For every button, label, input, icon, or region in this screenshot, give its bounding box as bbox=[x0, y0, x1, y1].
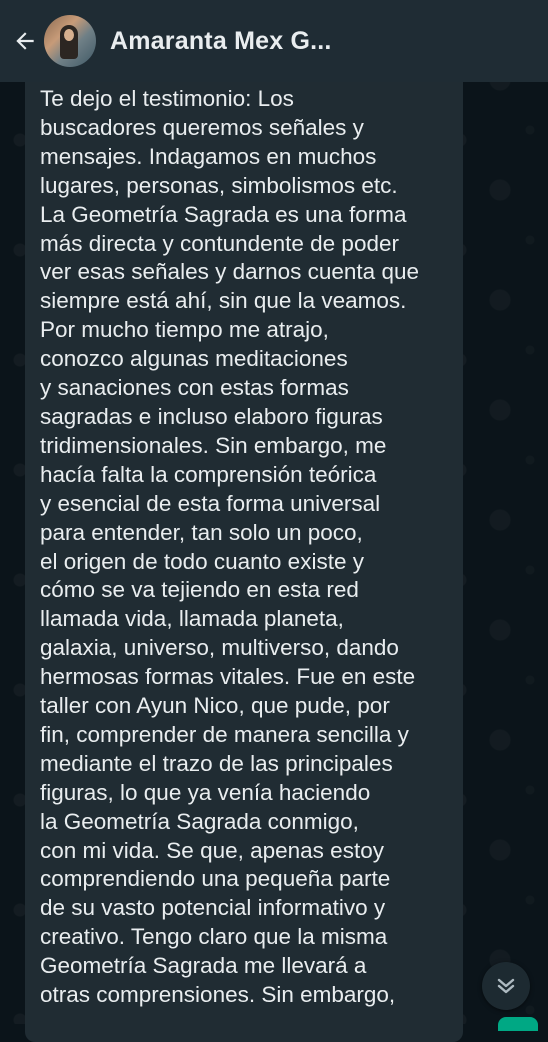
message-line: mediante el trazo de las principales bbox=[40, 750, 393, 776]
message-line: más directa y contundente de poder bbox=[40, 230, 399, 256]
double-chevron-down-icon bbox=[497, 978, 515, 994]
chat-header: Amaranta Mex G... bbox=[0, 0, 548, 82]
message-line: taller con Ayun Nico, que pude, por bbox=[40, 693, 390, 719]
message-line: conozco algunas meditaciones bbox=[40, 346, 348, 372]
message-line: sagradas e incluso elaboro figuras bbox=[40, 403, 383, 429]
message-line: Te dejo el testimonio: Los bbox=[40, 86, 294, 111]
message-line: y esencial de esta forma universal bbox=[40, 490, 381, 516]
message-line: llamada vida, llamada planeta, bbox=[40, 606, 344, 632]
message-line: Por mucho tiempo me atrajo, bbox=[40, 317, 329, 343]
scroll-to-bottom-button[interactable] bbox=[482, 962, 530, 1010]
message-line: figuras, lo que ya venía haciendo bbox=[40, 779, 371, 805]
message-line: otras comprensiones. Sin embargo, bbox=[40, 982, 396, 1008]
message-line: comprendiendo una pequeña parte bbox=[40, 866, 391, 892]
message-line: galaxia, universo, multiverso, dando bbox=[40, 635, 399, 661]
message-line: la Geometría Sagrada conmigo, bbox=[40, 808, 359, 834]
message-line: cómo se va tejiendo en esta red bbox=[40, 577, 359, 603]
avatar[interactable] bbox=[44, 15, 96, 67]
back-button[interactable] bbox=[8, 24, 42, 58]
message-line: buscadores queremos señales y bbox=[40, 114, 364, 140]
message-line: el origen de todo cuanto existe y bbox=[40, 548, 364, 574]
contact-name[interactable]: Amaranta Mex G... bbox=[110, 27, 346, 56]
message-line: con mi vida. Se que, apenas estoy bbox=[40, 837, 384, 863]
message-line: tridimensionales. Sin embargo, me bbox=[40, 432, 387, 458]
message-line: y sanaciones con estas formas bbox=[40, 375, 349, 401]
message-line: lugares, personas, simbolismos etc. bbox=[40, 172, 398, 198]
message-line: siempre está ahí, sin que la veamos. bbox=[40, 288, 407, 314]
message-line: hacía falta la comprensión teórica bbox=[40, 461, 377, 487]
message-line: hermosas formas vitales. Fue en este bbox=[40, 664, 416, 690]
message-text: Te dejo el testimonio: Los buscadores qu… bbox=[40, 85, 460, 1010]
compose-button-edge[interactable] bbox=[498, 1017, 538, 1031]
message-line: de su vasto potencial informativo y bbox=[40, 895, 386, 921]
message-line: Geometría Sagrada me llevará a bbox=[40, 953, 367, 979]
message-line: La Geometría Sagrada es una forma bbox=[40, 201, 407, 227]
back-arrow-icon bbox=[16, 32, 34, 50]
message-line: ver esas señales y darnos cuenta que bbox=[40, 259, 419, 285]
message-line: fin, comprender de manera sencilla y bbox=[40, 721, 409, 747]
message-line: para entender, tan solo un poco, bbox=[40, 519, 363, 545]
message-line: mensajes. Indagamos en muchos bbox=[40, 143, 377, 169]
message-line: creativo. Tengo claro que la misma bbox=[40, 924, 388, 950]
